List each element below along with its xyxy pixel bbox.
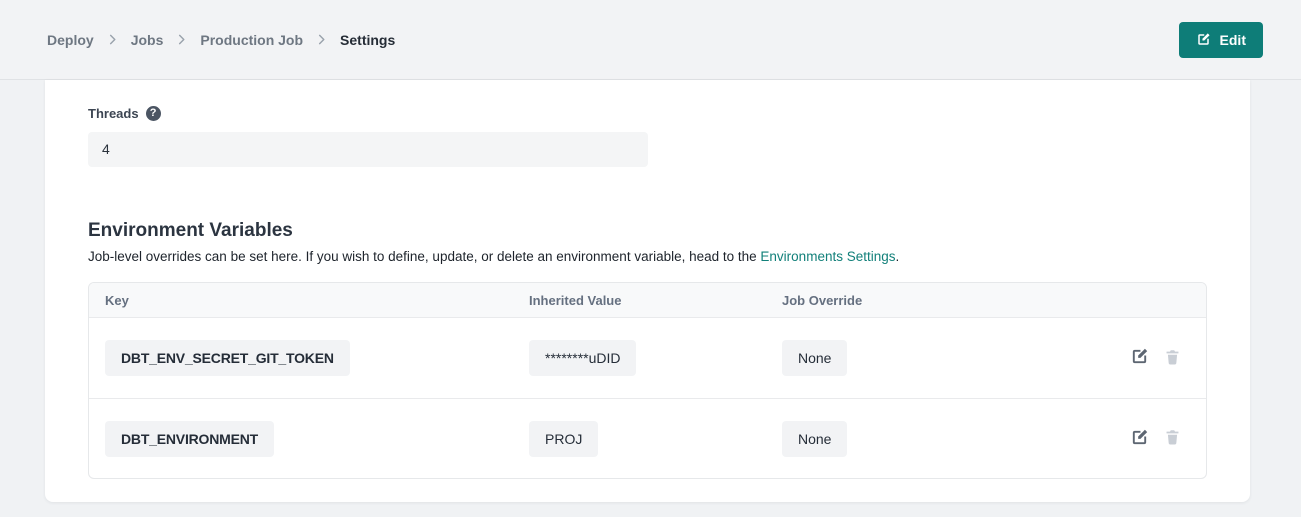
- edit-row-button[interactable]: [1130, 428, 1149, 450]
- env-var-key-pill: DBT_ENVIRONMENT: [105, 421, 274, 457]
- edit-pencil-icon: [1196, 32, 1211, 47]
- column-header-inherited-value: Inherited Value: [513, 293, 766, 308]
- edit-button-label: Edit: [1220, 32, 1246, 48]
- description-suffix: .: [896, 249, 900, 264]
- key-cell: DBT_ENV_SECRET_GIT_TOKEN: [89, 340, 513, 376]
- breadcrumb-item-jobs[interactable]: Jobs: [131, 32, 164, 48]
- environment-variables-section: Environment Variables Job-level override…: [88, 220, 1207, 479]
- description-text: Job-level overrides can be set here. If …: [88, 249, 760, 264]
- job-override-cell: None: [766, 421, 1130, 457]
- job-override-pill: None: [782, 340, 847, 376]
- content-area: Threads ? 4 Environment Variables Job-le…: [0, 80, 1301, 502]
- help-icon[interactable]: ?: [146, 106, 161, 121]
- top-bar: Deploy Jobs Production Job Settings Edit: [0, 0, 1301, 80]
- inherited-value-pill: PROJ: [529, 421, 598, 457]
- key-cell: DBT_ENVIRONMENT: [89, 421, 513, 457]
- breadcrumb-item-settings: Settings: [340, 32, 395, 48]
- chevron-right-icon: [107, 34, 118, 45]
- column-header-job-override: Job Override: [766, 293, 1174, 308]
- job-override-pill: None: [782, 421, 847, 457]
- delete-row-button[interactable]: [1164, 428, 1181, 449]
- threads-label-row: Threads ?: [88, 106, 1207, 121]
- edit-button[interactable]: Edit: [1179, 22, 1263, 58]
- pencil-square-icon: [1130, 347, 1149, 369]
- trash-icon: [1164, 428, 1181, 449]
- table-row: DBT_ENV_SECRET_GIT_TOKEN ********uDID None: [89, 318, 1206, 398]
- threads-label: Threads: [88, 106, 139, 121]
- section-description: Job-level overrides can be set here. If …: [88, 249, 1207, 264]
- table-row: DBT_ENVIRONMENT PROJ None: [89, 398, 1206, 478]
- breadcrumb-item-deploy[interactable]: Deploy: [47, 32, 94, 48]
- job-override-cell: None: [766, 340, 1130, 376]
- inherited-value-pill: ********uDID: [529, 340, 636, 376]
- section-title: Environment Variables: [88, 220, 1207, 242]
- row-actions: [1130, 347, 1206, 369]
- inherited-value-cell: PROJ: [513, 421, 766, 457]
- row-actions: [1130, 428, 1206, 450]
- breadcrumb-item-production-job[interactable]: Production Job: [200, 32, 303, 48]
- inherited-value-cell: ********uDID: [513, 340, 766, 376]
- env-vars-table-body: DBT_ENV_SECRET_GIT_TOKEN ********uDID None…: [89, 318, 1206, 478]
- column-header-key: Key: [89, 293, 513, 308]
- chevron-right-icon: [176, 34, 187, 45]
- breadcrumb: Deploy Jobs Production Job Settings: [47, 32, 395, 48]
- env-vars-table: Key Inherited Value Job Override DBT_ENV…: [88, 282, 1207, 479]
- table-header-row: Key Inherited Value Job Override: [89, 283, 1206, 318]
- environments-settings-link[interactable]: Environments Settings: [760, 249, 895, 264]
- pencil-square-icon: [1130, 428, 1149, 450]
- edit-row-button[interactable]: [1130, 347, 1149, 369]
- trash-icon: [1164, 348, 1181, 369]
- job-settings-card: Threads ? 4 Environment Variables Job-le…: [45, 80, 1250, 502]
- delete-row-button[interactable]: [1164, 348, 1181, 369]
- threads-field: Threads ? 4: [88, 106, 1207, 167]
- threads-input[interactable]: 4: [88, 132, 648, 167]
- chevron-right-icon: [316, 34, 327, 45]
- env-var-key-pill: DBT_ENV_SECRET_GIT_TOKEN: [105, 340, 350, 376]
